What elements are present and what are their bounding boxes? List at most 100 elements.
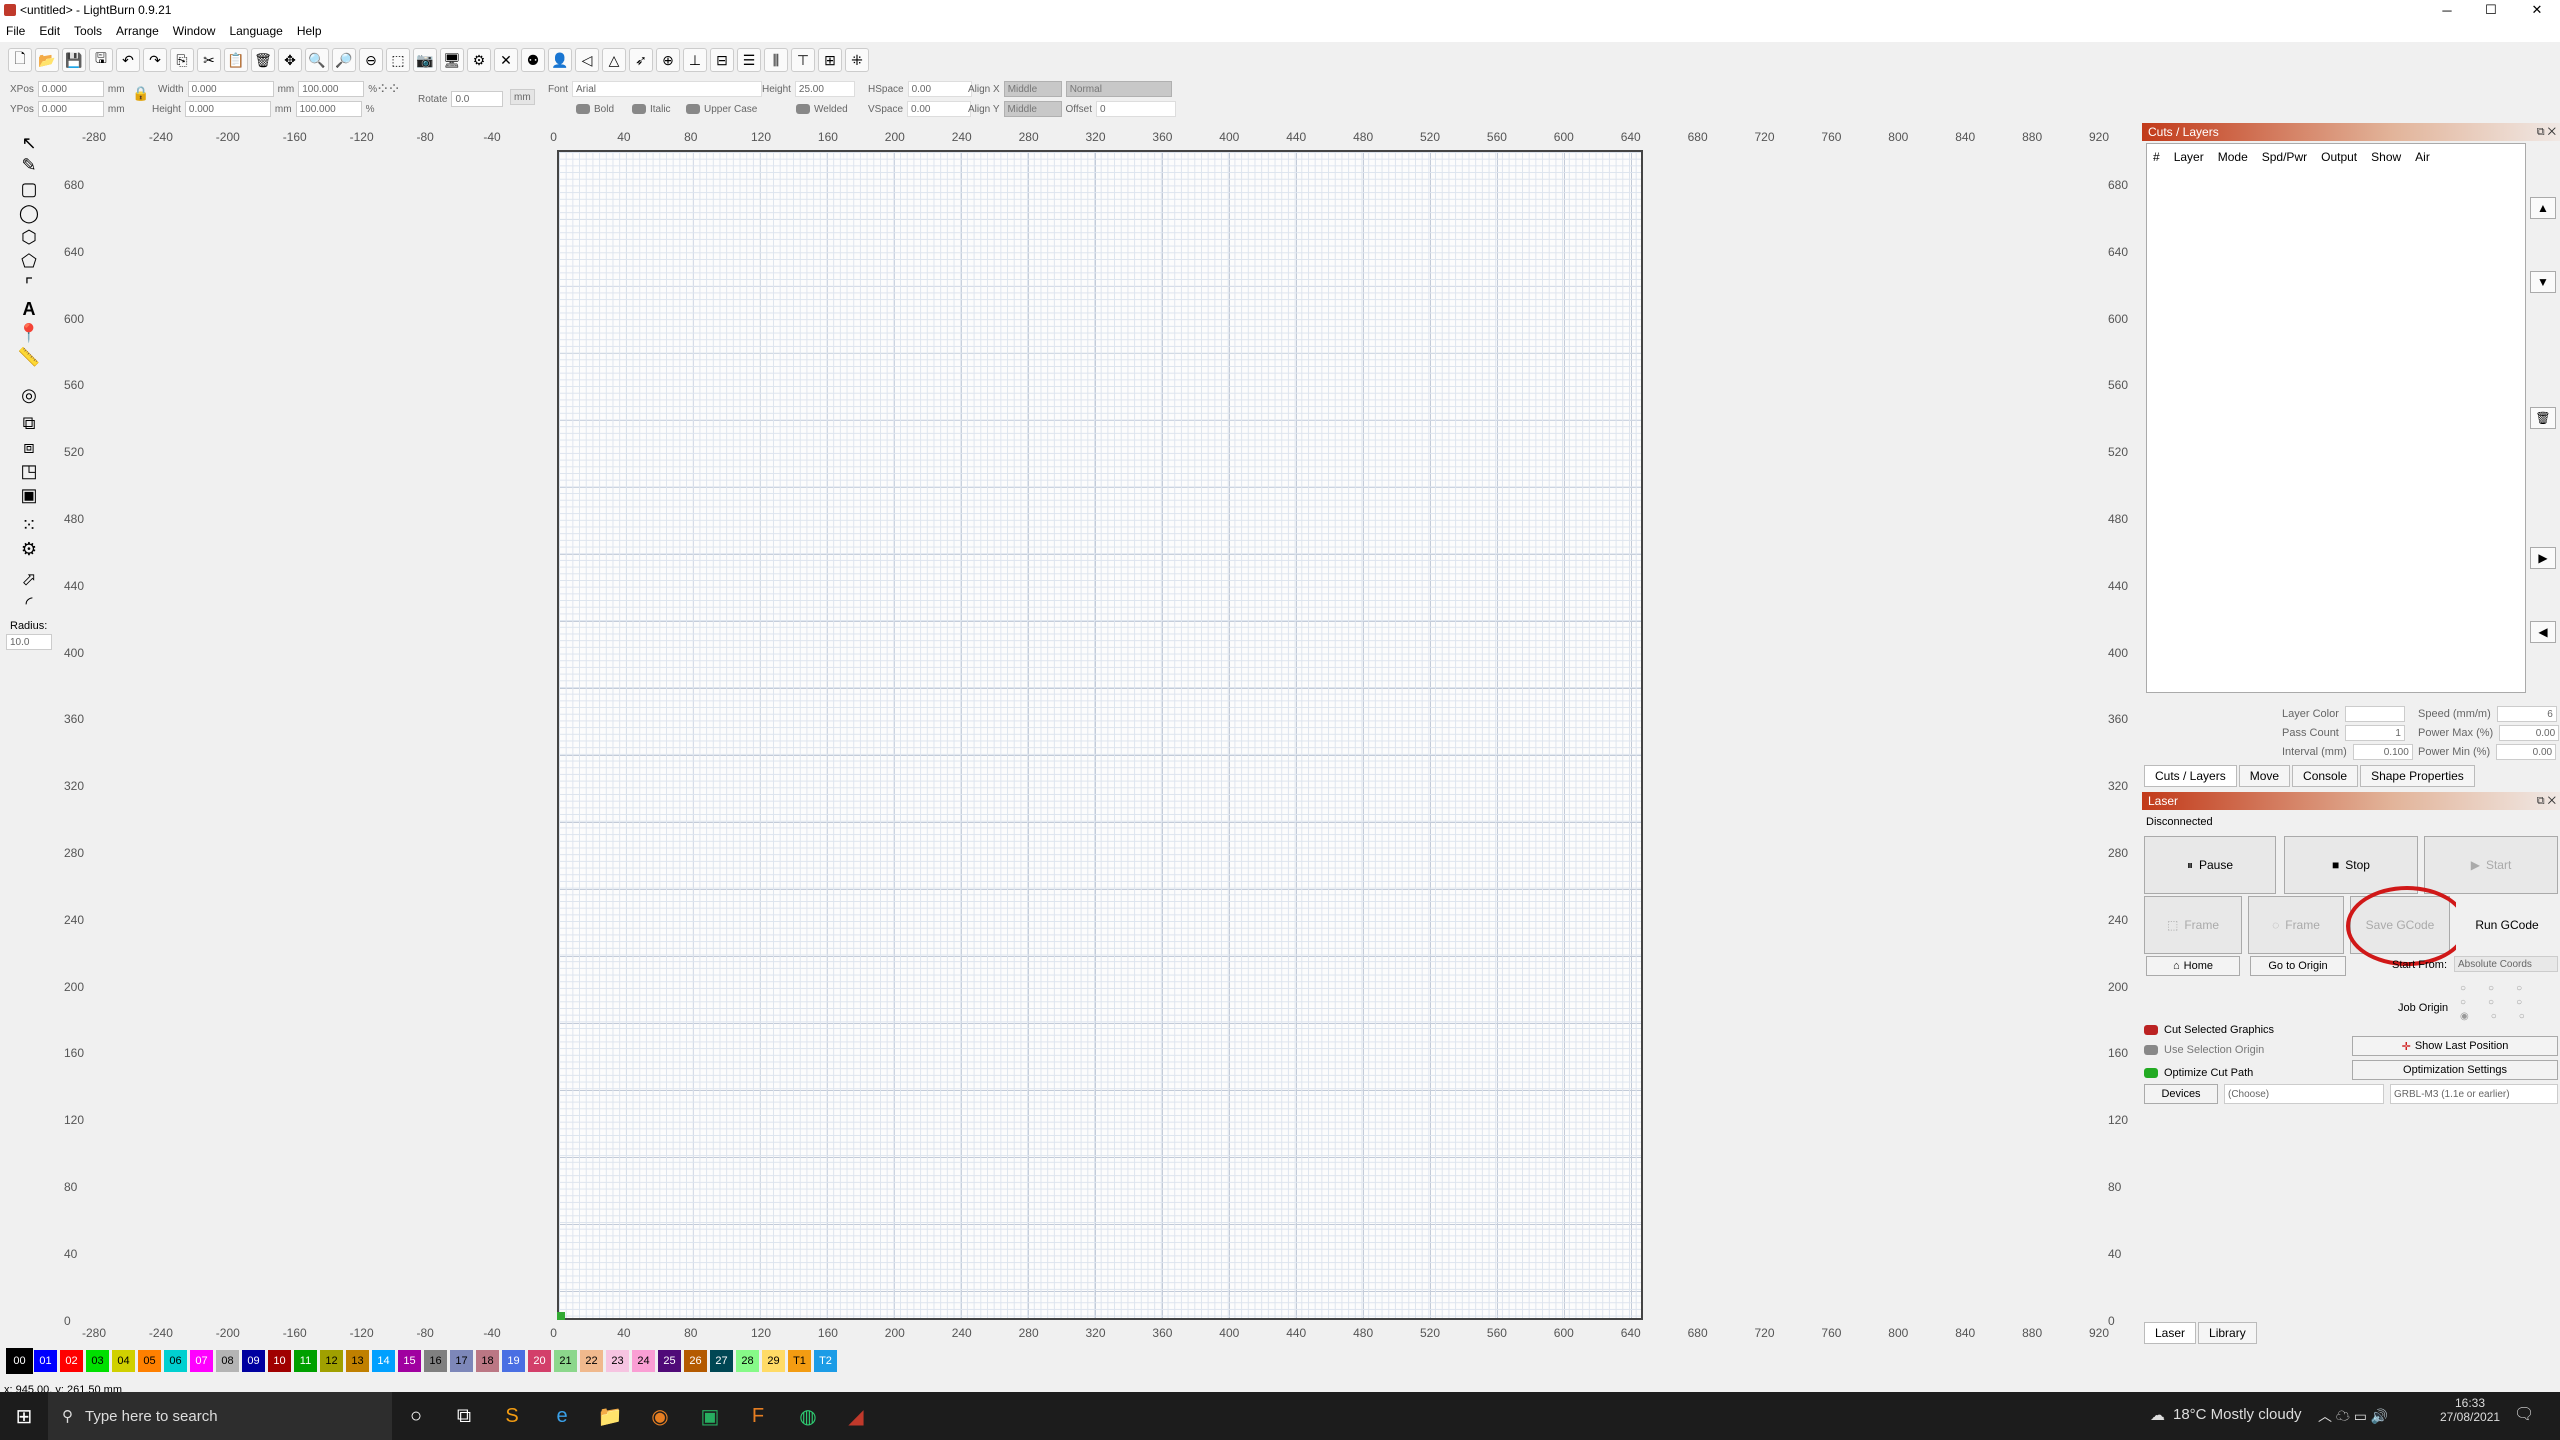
start-from-select[interactable]: Absolute Coords bbox=[2454, 956, 2558, 972]
pentagon-tool-icon[interactable]: ⬠ bbox=[14, 250, 44, 272]
palette-swatch-17[interactable]: 17 bbox=[450, 1350, 473, 1372]
go-to-origin-button[interactable]: Go to Origin bbox=[2250, 956, 2346, 976]
use-selection-origin-toggle[interactable] bbox=[2144, 1045, 2158, 1055]
group-icon[interactable]: ⚉ bbox=[521, 48, 545, 72]
layers-table[interactable]: # Layer Mode Spd/Pwr Output Show Air bbox=[2146, 143, 2526, 693]
radius-input[interactable]: 10.0 bbox=[6, 634, 52, 650]
save-as-icon[interactable]: 🖫 bbox=[89, 48, 113, 72]
menu-file[interactable]: File bbox=[6, 24, 25, 38]
height-pct-input[interactable]: 100.000 bbox=[295, 101, 362, 117]
move-layer-up-icon[interactable]: ▲ bbox=[2530, 197, 2556, 219]
cut-icon[interactable]: ✂ bbox=[197, 48, 221, 72]
palette-swatch-05[interactable]: 05 bbox=[138, 1350, 161, 1372]
menu-edit[interactable]: Edit bbox=[39, 24, 60, 38]
edge-icon[interactable]: e bbox=[546, 1400, 578, 1432]
palette-swatch-04[interactable]: 04 bbox=[112, 1350, 135, 1372]
align-center-icon[interactable]: ☰ bbox=[737, 48, 761, 72]
select-tool-icon[interactable]: ↖ bbox=[14, 132, 44, 154]
anchor-grid-icon[interactable]: ⁘⁘ bbox=[376, 79, 401, 99]
optimization-settings-button[interactable]: Optimization Settings bbox=[2352, 1060, 2558, 1080]
pause-button[interactable]: ⏸ Pause bbox=[2144, 836, 2276, 894]
maximize-button[interactable]: ☐ bbox=[2468, 0, 2514, 20]
vspace-input[interactable]: 0.00 bbox=[907, 101, 972, 117]
palette-swatch-16[interactable]: 16 bbox=[424, 1350, 447, 1372]
align-y-select[interactable]: Middle bbox=[1003, 101, 1062, 117]
ellipse-tool-icon[interactable]: ◯ bbox=[14, 202, 44, 224]
text-mode-select[interactable]: Normal bbox=[1065, 81, 1172, 97]
circular-array-icon[interactable]: ⚙ bbox=[14, 538, 44, 560]
camera-icon[interactable]: 📷 bbox=[413, 48, 437, 72]
undo-icon[interactable]: ↶ bbox=[116, 48, 140, 72]
optimize-cut-path-toggle[interactable] bbox=[2144, 1068, 2158, 1078]
new-file-icon[interactable]: 🗋 bbox=[8, 48, 32, 72]
fusion-icon[interactable]: F bbox=[742, 1400, 774, 1432]
show-last-position-button[interactable]: ✛ Show Last Position bbox=[2352, 1036, 2558, 1056]
windows-start-icon[interactable]: ⊞ bbox=[8, 1400, 40, 1432]
redo-icon[interactable]: ↷ bbox=[143, 48, 167, 72]
upper-case-toggle[interactable] bbox=[686, 104, 700, 114]
boolean-union-icon[interactable]: ⧉ bbox=[14, 412, 44, 434]
tab-laser[interactable]: Laser bbox=[2144, 1322, 2197, 1344]
height-input[interactable]: 0.000 bbox=[184, 101, 271, 117]
palette-swatch-18[interactable]: 18 bbox=[476, 1350, 499, 1372]
interval-input[interactable]: 0.100 bbox=[2352, 744, 2413, 760]
firefox-icon[interactable]: ◉ bbox=[644, 1400, 676, 1432]
collapse-left-icon[interactable]: ◀ bbox=[2530, 621, 2556, 643]
layer-color-box[interactable] bbox=[2344, 706, 2405, 722]
polygon-tool-icon[interactable]: ⬡ bbox=[14, 226, 44, 248]
palette-swatch-15[interactable]: 15 bbox=[398, 1350, 421, 1372]
grid-array-icon[interactable]: ⁙ bbox=[14, 514, 44, 536]
run-gcode-button[interactable]: Run GCode bbox=[2456, 896, 2558, 954]
cortana-icon[interactable]: ○ bbox=[400, 1400, 432, 1432]
palette-swatch-20[interactable]: 20 bbox=[528, 1350, 551, 1372]
palette-swatch-13[interactable]: 13 bbox=[346, 1350, 369, 1372]
palette-swatch-28[interactable]: 28 bbox=[736, 1350, 759, 1372]
center-icon[interactable]: ⁜ bbox=[845, 48, 869, 72]
boolean-diff-icon[interactable]: ⧈ bbox=[14, 436, 44, 458]
home-button[interactable]: ⌂ Home bbox=[2146, 956, 2240, 976]
palette-swatch-01[interactable]: 01 bbox=[34, 1350, 57, 1372]
palette-swatch-23[interactable]: 23 bbox=[606, 1350, 629, 1372]
pass-count-input[interactable]: 1 bbox=[2344, 725, 2405, 741]
palette-swatch-12[interactable]: 12 bbox=[320, 1350, 343, 1372]
panel-close-icon[interactable]: ⧉ ✕ bbox=[2537, 126, 2556, 139]
bold-toggle[interactable] bbox=[576, 104, 590, 114]
save-file-icon[interactable]: 💾 bbox=[62, 48, 86, 72]
corner-edit-icon[interactable]: ◜ bbox=[14, 592, 44, 614]
paste-icon[interactable]: 📋 bbox=[224, 48, 248, 72]
palette-swatch-19[interactable]: 19 bbox=[502, 1350, 525, 1372]
settings-icon[interactable]: ⚙ bbox=[467, 48, 491, 72]
rotate-input[interactable]: 0.0 bbox=[451, 91, 504, 107]
delete-layer-icon[interactable]: 🗑 bbox=[2530, 407, 2556, 429]
flip-h-icon[interactable]: ◁ bbox=[575, 48, 599, 72]
text-tool-icon[interactable]: A bbox=[14, 298, 44, 320]
tab-cuts-layers[interactable]: Cuts / Layers bbox=[2144, 765, 2237, 787]
monitor-icon[interactable]: 🖥 bbox=[440, 48, 464, 72]
open-file-icon[interactable]: 📂 bbox=[35, 48, 59, 72]
device-select[interactable]: (Choose) bbox=[2224, 1084, 2384, 1104]
palette-swatch-29[interactable]: 29 bbox=[762, 1350, 785, 1372]
stop-button[interactable]: ■ Stop bbox=[2284, 836, 2418, 894]
palette-swatch-11[interactable]: 11 bbox=[294, 1350, 317, 1372]
taskbar-search[interactable]: ⚲ Type here to search bbox=[48, 1392, 392, 1440]
power-min-input[interactable]: 0.00 bbox=[2496, 744, 2557, 760]
power-max-input[interactable]: 0.00 bbox=[2499, 725, 2560, 741]
close-button[interactable]: ✕ bbox=[2514, 0, 2560, 20]
controller-select[interactable]: GRBL-M3 (1.1e or earlier) bbox=[2390, 1084, 2558, 1104]
menu-arrange[interactable]: Arrange bbox=[116, 24, 159, 38]
hspace-input[interactable]: 0.00 bbox=[907, 81, 972, 97]
menu-help[interactable]: Help bbox=[297, 24, 322, 38]
task-view-icon[interactable]: ⧉ bbox=[448, 1400, 480, 1432]
zoom-selection-icon[interactable]: ⬚ bbox=[386, 48, 410, 72]
clock[interactable]: 16:33 27/08/2021 bbox=[2440, 1396, 2500, 1424]
frame-rubberband-button[interactable]: ◌ Frame bbox=[2248, 896, 2344, 954]
tab-library[interactable]: Library bbox=[2198, 1322, 2257, 1344]
menu-language[interactable]: Language bbox=[229, 24, 282, 38]
palette-swatch-14[interactable]: 14 bbox=[372, 1350, 395, 1372]
menu-window[interactable]: Window bbox=[173, 24, 216, 38]
palette-swatch-22[interactable]: 22 bbox=[580, 1350, 603, 1372]
palette-swatch-21[interactable]: 21 bbox=[554, 1350, 577, 1372]
devices-button[interactable]: Devices bbox=[2144, 1084, 2218, 1104]
frame-rect-button[interactable]: ⬚ Frame bbox=[2144, 896, 2242, 954]
palette-swatch-02[interactable]: 02 bbox=[60, 1350, 83, 1372]
